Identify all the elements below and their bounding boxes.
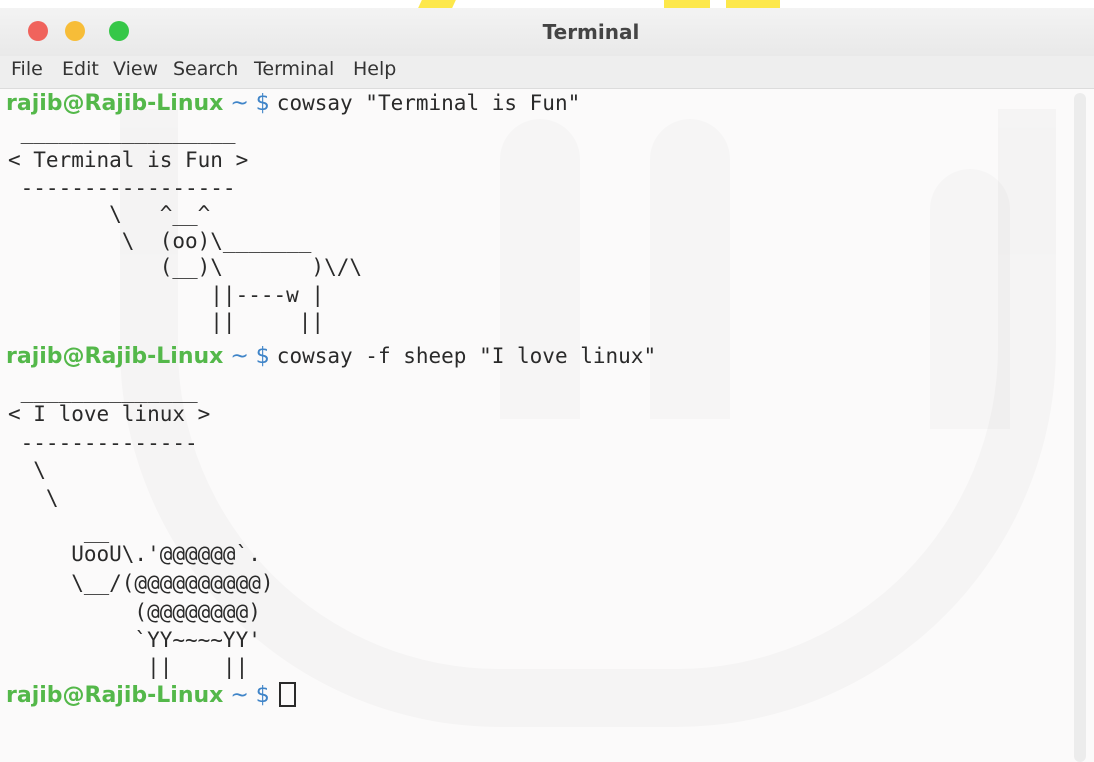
command-text: cowsay "Terminal is Fun" bbox=[276, 91, 581, 115]
command-text: cowsay -f sheep "I love linux" bbox=[276, 344, 657, 368]
output-line: ||----w | bbox=[8, 283, 325, 307]
prompt-symbol: $ bbox=[255, 683, 270, 708]
decor-stripe bbox=[664, 0, 710, 8]
output-line: __ bbox=[8, 519, 110, 543]
output-line: || || bbox=[8, 310, 325, 334]
prompt-line: rajib@Rajib-Linux ~ $ cowsay "Terminal i… bbox=[6, 89, 580, 118]
output-line: `YY~~~~YY' bbox=[8, 628, 261, 652]
prompt-symbol: $ bbox=[255, 344, 270, 369]
prompt-path: ~ bbox=[230, 683, 249, 708]
top-decoration bbox=[0, 0, 1094, 8]
prompt-path: ~ bbox=[230, 91, 249, 116]
output-line: \ ^__^ bbox=[8, 202, 211, 226]
output-line: || || bbox=[8, 655, 249, 679]
menu-terminal[interactable]: Terminal bbox=[254, 58, 334, 80]
background-logo bbox=[650, 119, 730, 419]
prompt-user: rajib@Rajib-Linux bbox=[6, 91, 224, 116]
output-line: < I love linux > bbox=[8, 402, 211, 426]
prompt-user: rajib@Rajib-Linux bbox=[6, 683, 224, 708]
prompt-line: rajib@Rajib-Linux ~ $ cowsay -f sheep "I… bbox=[6, 342, 656, 371]
decor-stripe bbox=[726, 0, 780, 8]
menu-bar: File Edit View Search Terminal Help bbox=[0, 56, 1094, 89]
menu-view[interactable]: View bbox=[113, 58, 158, 80]
scrollbar[interactable] bbox=[1074, 93, 1086, 762]
output-line: -------------- bbox=[8, 431, 198, 455]
menu-search[interactable]: Search bbox=[173, 58, 238, 80]
output-line: \ bbox=[8, 458, 46, 482]
output-line: _________________ bbox=[8, 120, 236, 144]
menu-edit[interactable]: Edit bbox=[62, 58, 99, 80]
prompt-path: ~ bbox=[230, 344, 249, 369]
decor-stripe bbox=[418, 0, 456, 8]
output-line: < Terminal is Fun > bbox=[8, 148, 249, 172]
background-logo bbox=[500, 119, 580, 419]
menu-help[interactable]: Help bbox=[353, 58, 396, 80]
text-cursor[interactable] bbox=[278, 682, 296, 707]
output-line: (__)\ )\/\ bbox=[8, 255, 363, 279]
window-title: Terminal bbox=[542, 20, 640, 44]
background-logo bbox=[930, 169, 1010, 429]
prompt-symbol: $ bbox=[255, 91, 270, 116]
output-line: \__/(@@@@@@@@@@) bbox=[8, 571, 274, 595]
prompt-line: rajib@Rajib-Linux ~ $ bbox=[6, 682, 296, 710]
output-line: ----------------- bbox=[8, 176, 236, 200]
output-line: (@@@@@@@@) bbox=[8, 600, 261, 624]
terminal-area[interactable]: rajib@Rajib-Linux ~ $ cowsay "Terminal i… bbox=[0, 89, 1094, 762]
menu-file[interactable]: File bbox=[11, 58, 43, 80]
output-line: UooU\.'@@@@@@`. bbox=[8, 542, 261, 566]
output-line: ______________ bbox=[8, 379, 198, 403]
output-line: \ bbox=[8, 486, 59, 510]
title-bar: Terminal bbox=[0, 8, 1094, 56]
prompt-user: rajib@Rajib-Linux bbox=[6, 344, 224, 369]
output-line: \ (oo)\_______ bbox=[8, 229, 312, 253]
